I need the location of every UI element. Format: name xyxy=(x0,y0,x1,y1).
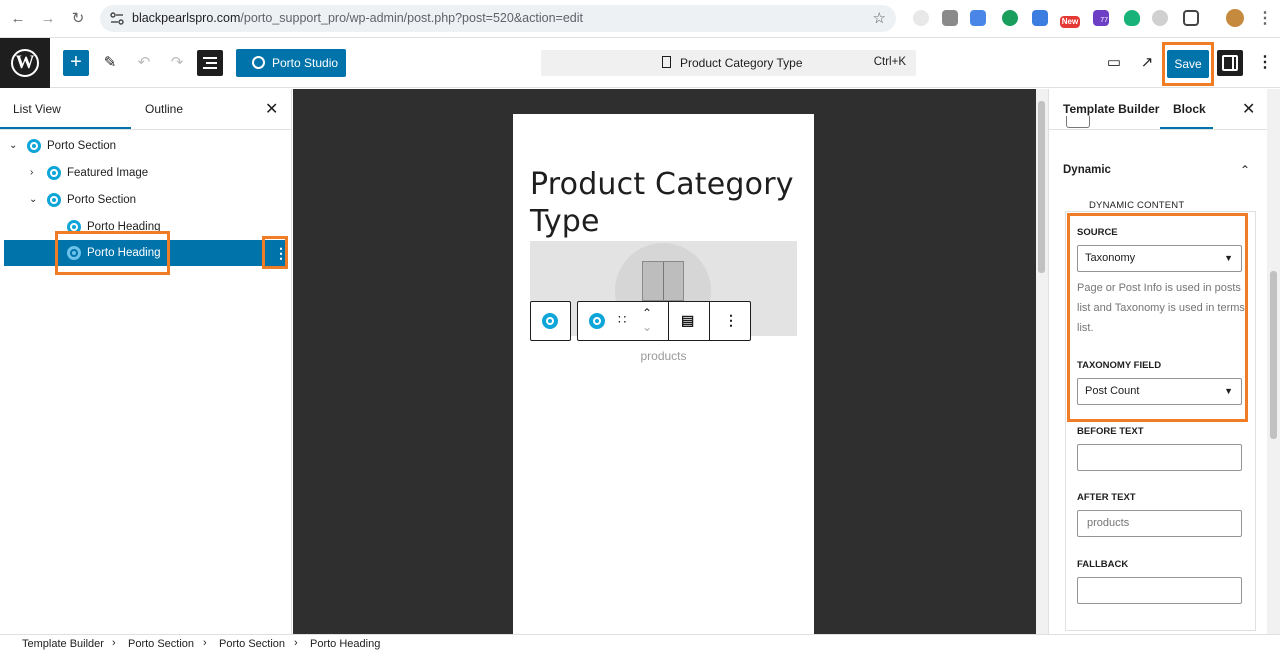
dynamic-section-title[interactable]: Dynamic xyxy=(1063,164,1111,176)
bookmark-star-icon[interactable]: ☆ xyxy=(873,9,886,27)
list-item[interactable]: ⌄ Porto Section xyxy=(0,187,291,213)
settings-toggle-button[interactable] xyxy=(1217,50,1243,76)
document-title: Product Category Type xyxy=(680,56,803,70)
wordpress-w-icon: W xyxy=(11,49,39,77)
address-bar[interactable]: blackpearlspro.com/porto_support_pro/wp-… xyxy=(100,5,896,32)
after-text-input[interactable]: products xyxy=(1077,510,1242,537)
before-text-input[interactable] xyxy=(1077,444,1242,471)
drag-handle-icon[interactable]: ∷ xyxy=(618,312,626,328)
list-item-label: Featured Image xyxy=(67,167,149,179)
url-text[interactable]: blackpearlspro.com/porto_support_pro/wp-… xyxy=(132,11,583,25)
canvas-scrollbar[interactable] xyxy=(1036,89,1048,634)
chevron-right-icon: › xyxy=(203,637,207,649)
block-toolbar: ∷ ⌃ ⌄ ▤ ⋮ xyxy=(577,301,751,341)
porto-block-icon xyxy=(27,139,41,153)
device-preview-icon[interactable]: ▭ xyxy=(1103,52,1125,74)
breadcrumb-item[interactable]: Template Builder xyxy=(22,636,104,651)
undo-icon[interactable]: ↶ xyxy=(133,52,155,74)
view-external-icon[interactable]: ↗ xyxy=(1136,52,1158,74)
wordpress-logo[interactable]: W xyxy=(0,38,50,88)
partial-control xyxy=(1066,116,1090,128)
url-path: /porto_support_pro/wp-admin/post.php?pos… xyxy=(240,11,583,25)
save-highlight xyxy=(1162,42,1214,86)
parent-select-button[interactable] xyxy=(530,301,571,341)
porto-studio-label: Porto Studio xyxy=(272,56,339,70)
list-view-panel: List View Outline ✕ ⌄ Porto Section › Fe… xyxy=(0,89,292,634)
fallback-input[interactable] xyxy=(1077,577,1242,604)
list-item-label: Porto Section xyxy=(67,194,137,206)
extension-translate-icon[interactable] xyxy=(970,10,986,26)
selected-item-highlight xyxy=(55,231,170,275)
browser-menu-icon[interactable]: ⋮ xyxy=(1255,9,1275,29)
extension-clipboard-icon[interactable] xyxy=(1032,10,1048,26)
breadcrumb-item[interactable]: Porto Section xyxy=(219,636,285,651)
editor-canvas: Product Category Type products ∷ ⌃ ⌄ ▤ ⋮ xyxy=(293,89,1036,634)
source-highlight xyxy=(1067,213,1248,422)
porto-studio-icon xyxy=(252,56,265,69)
close-icon[interactable]: ✕ xyxy=(265,99,278,119)
porto-block-icon xyxy=(47,166,61,180)
block-type-icon[interactable] xyxy=(589,313,605,329)
breadcrumb-item-current[interactable]: Porto Heading xyxy=(310,636,380,651)
list-item[interactable]: › Featured Image xyxy=(0,160,291,186)
options-highlight xyxy=(262,236,288,269)
after-text-label: AFTER TEXT xyxy=(1077,492,1136,503)
redo-icon[interactable]: ↷ xyxy=(166,52,188,74)
document-icon xyxy=(662,56,671,68)
move-down-icon[interactable]: ⌄ xyxy=(642,320,652,334)
shortcut-hint: Ctrl+K xyxy=(873,56,906,68)
list-item[interactable]: ⌄ Porto Section xyxy=(0,133,291,159)
extension-recycle-icon[interactable] xyxy=(913,10,929,26)
fridge-image xyxy=(642,261,684,301)
chevron-down-icon[interactable]: ⌄ xyxy=(29,187,37,213)
command-palette-bar[interactable]: Product Category Type Ctrl+K xyxy=(541,50,916,76)
before-text-label: BEFORE TEXT xyxy=(1077,426,1144,437)
tab-list-view[interactable]: List View xyxy=(13,89,61,129)
profile-avatar[interactable] xyxy=(1226,9,1244,27)
canvas-page: Product Category Type products ∷ ⌃ ⌄ ▤ ⋮ xyxy=(513,114,814,634)
chevron-right-icon: › xyxy=(294,637,298,649)
fieldset-legend: DYNAMIC CONTENT xyxy=(1085,200,1189,211)
editor-header: W + ✎ ↶ ↷ Porto Studio Product Category … xyxy=(0,38,1280,88)
back-icon[interactable]: ← xyxy=(8,9,28,29)
chevron-right-icon: › xyxy=(112,637,116,649)
move-up-icon[interactable]: ⌃ xyxy=(642,306,652,320)
porto-block-icon xyxy=(542,313,558,329)
tab-block[interactable]: Block xyxy=(1173,89,1206,129)
breadcrumb: Template Builder › Porto Section › Porto… xyxy=(0,634,1280,651)
porto-studio-button[interactable]: Porto Studio xyxy=(236,49,346,77)
site-info-icon[interactable] xyxy=(110,12,124,25)
breadcrumb-item[interactable]: Porto Section xyxy=(128,636,194,651)
reload-icon[interactable]: ↻ xyxy=(68,9,88,29)
pencil-tools-icon[interactable]: ✎ xyxy=(99,52,121,74)
porto-block-icon xyxy=(47,193,61,207)
chevron-right-icon[interactable]: › xyxy=(30,160,33,186)
list-item-label: Porto Section xyxy=(47,140,117,152)
url-host: blackpearlspro.com xyxy=(132,11,241,25)
chevron-up-icon[interactable]: ⌃ xyxy=(1240,163,1250,177)
forward-icon[interactable]: → xyxy=(38,9,58,29)
extension-grammarly-icon[interactable] xyxy=(1002,10,1018,26)
document-overview-button[interactable] xyxy=(197,50,223,76)
extensions-puzzle-icon[interactable] xyxy=(1183,10,1199,26)
extension-camera-icon[interactable] xyxy=(942,10,958,26)
extension-new-badge[interactable]: New xyxy=(1060,16,1080,28)
fallback-label: FALLBACK xyxy=(1077,559,1129,570)
browser-toolbar: ← → ↻ blackpearlspro.com/porto_support_p… xyxy=(0,0,1280,38)
extension-moon-icon[interactable] xyxy=(1152,10,1168,26)
close-icon[interactable]: ✕ xyxy=(1242,99,1255,119)
dynamic-heading-output[interactable]: products xyxy=(513,349,814,363)
add-block-button[interactable]: + xyxy=(63,50,89,76)
chevron-down-icon[interactable]: ⌄ xyxy=(9,133,17,159)
align-icon[interactable]: ▤ xyxy=(681,312,694,329)
extension-shield-icon[interactable] xyxy=(1124,10,1140,26)
settings-scrollbar[interactable] xyxy=(1267,89,1280,634)
porto-heading-block[interactable]: Product Category Type xyxy=(530,166,814,240)
more-options-icon[interactable]: ⋮ xyxy=(724,312,738,329)
extension-counter-icon[interactable]: 77 xyxy=(1093,10,1109,26)
tab-outline[interactable]: Outline xyxy=(145,89,183,129)
options-menu-icon[interactable]: ⋮ xyxy=(1254,52,1276,74)
